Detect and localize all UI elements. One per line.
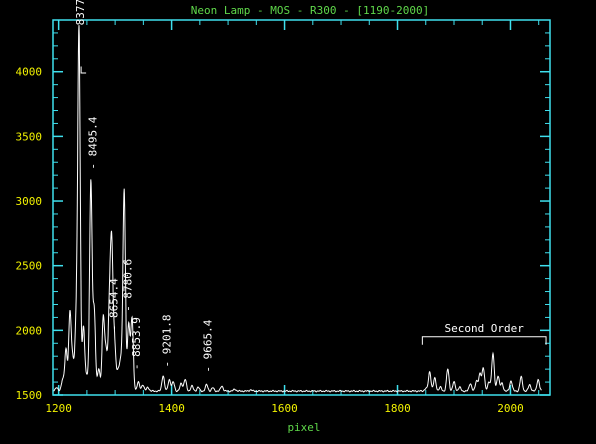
y-tick-label: 1500 — [16, 389, 43, 402]
second-order-label: Second Order — [444, 322, 524, 335]
wavelength-annotation: - 8853.9 — [130, 317, 143, 370]
wavelength-annotation: 8377.6 — [74, 0, 87, 25]
x-axis-label: pixel — [287, 421, 320, 434]
x-tick-label: 1200 — [45, 402, 72, 415]
y-tick-label: 3500 — [16, 130, 43, 143]
x-tick-label: 2000 — [497, 402, 524, 415]
y-tick-label: 2500 — [16, 260, 43, 273]
y-tick-label: 4000 — [16, 66, 43, 79]
wavelength-annotation: - 8654.4 — [107, 278, 120, 331]
wavelength-annotation: - 8495.4 — [87, 116, 100, 169]
wavelength-annotation: - 9201.8 — [161, 314, 174, 367]
chart-title: Neon Lamp - MOS - R300 - [1190-2000] — [191, 4, 429, 17]
x-tick-label: 1600 — [271, 402, 298, 415]
spectrum-chart: Neon Lamp - MOS - R300 - [1190-2000] 120… — [0, 0, 596, 440]
chart-background — [0, 0, 596, 440]
wavelength-annotation: - 8780.6 — [122, 259, 135, 312]
x-tick-label: 1400 — [158, 402, 185, 415]
y-tick-label: 3000 — [16, 195, 43, 208]
x-tick-label: 1800 — [384, 402, 411, 415]
y-tick-label: 2000 — [16, 324, 43, 337]
plot-window: Neon Lamp - MOS - R300 - [1190-2000] 120… — [0, 0, 596, 440]
wavelength-annotation: - 9665.4 — [202, 319, 215, 372]
